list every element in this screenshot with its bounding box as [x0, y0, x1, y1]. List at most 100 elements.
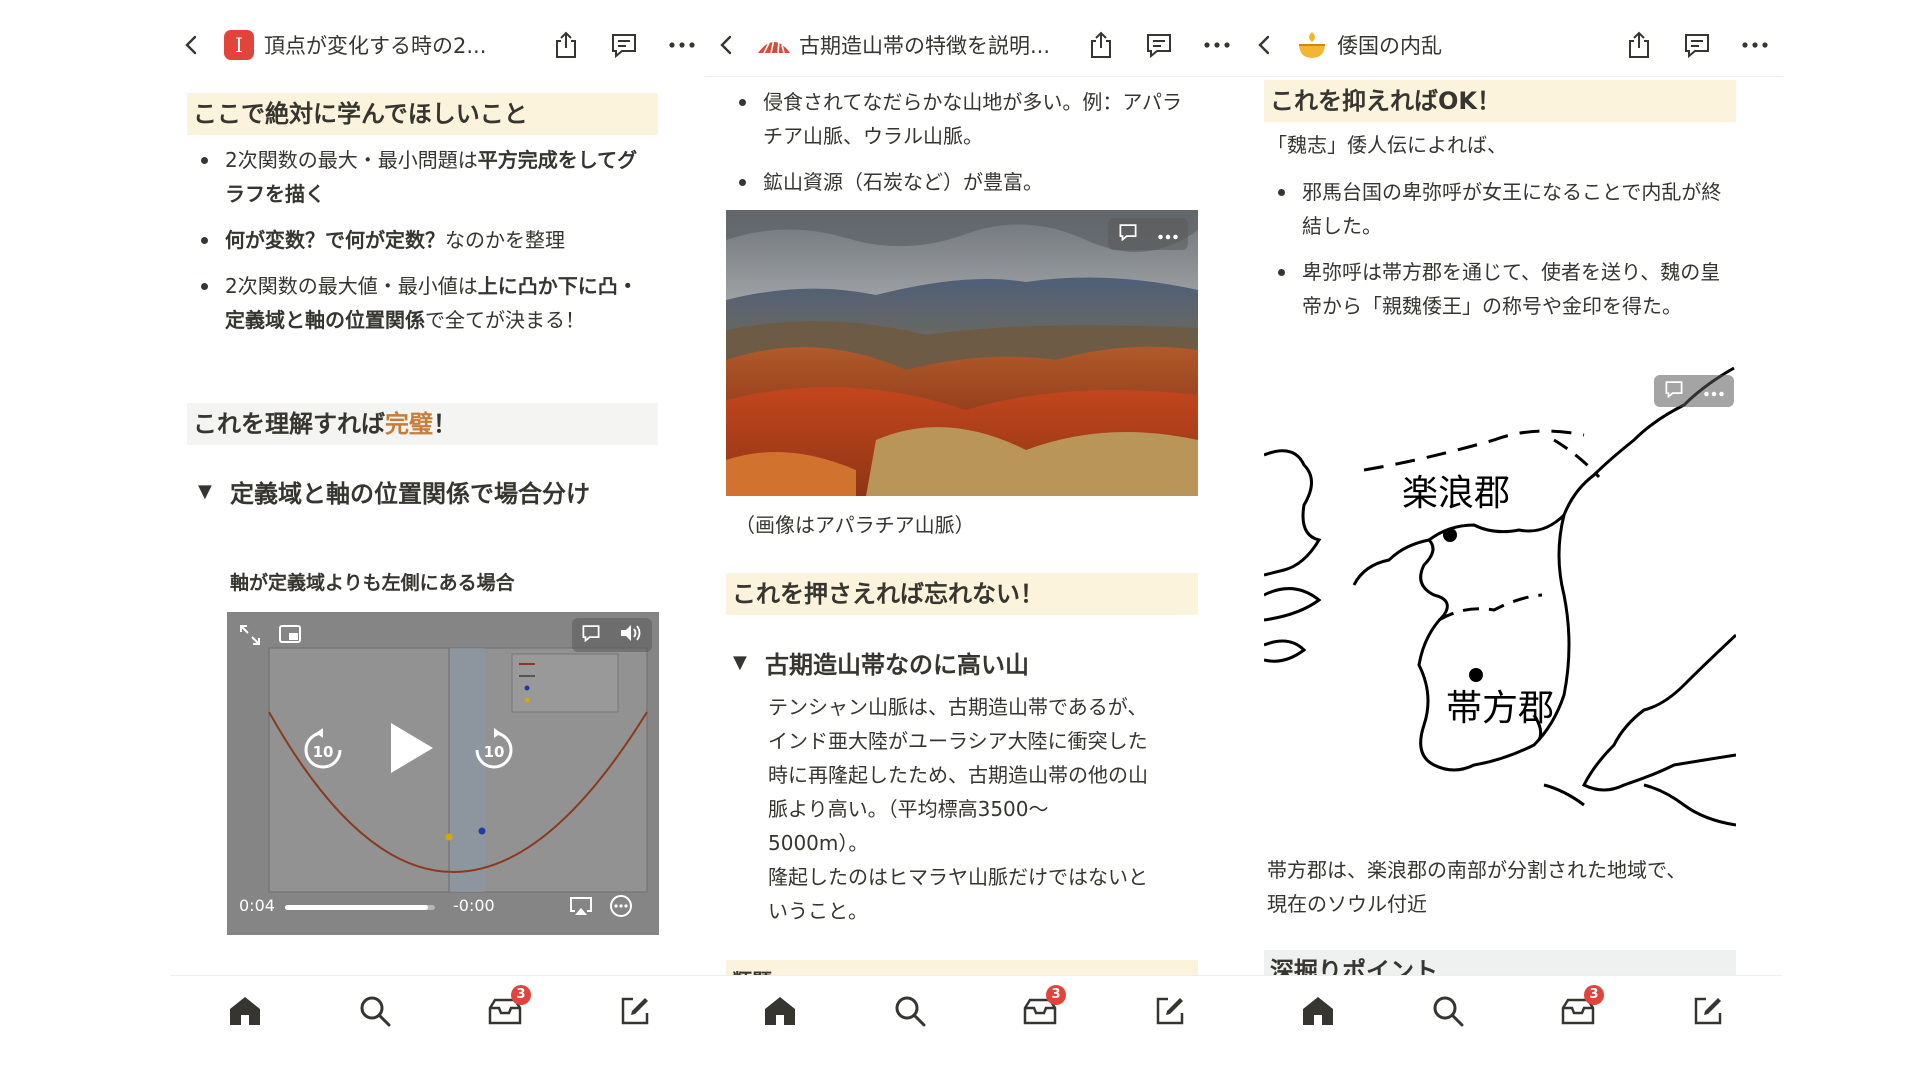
list-item: 2次関数の最大値・最小値は上に凸か下に凸・定義域と軸の位置関係で全てが決まる！ — [187, 269, 657, 337]
share-icon — [1629, 31, 1649, 58]
share-button[interactable] — [1617, 23, 1661, 67]
comment-icon — [1685, 34, 1709, 58]
comment-button[interactable] — [1137, 23, 1181, 67]
callout-complete: これを理解すれば完璧！ — [187, 403, 658, 445]
toggle-block[interactable]: ▼ 古期造山帯なのに高い山 — [733, 645, 1029, 680]
home-icon — [1303, 996, 1333, 1025]
image-caption: （画像はアパラチア山脈） — [735, 513, 975, 537]
search-tab[interactable] — [345, 981, 405, 1041]
skip-back-icon: 10 — [304, 728, 342, 769]
compose-icon — [1694, 997, 1722, 1024]
time-elapsed: 0:04 — [239, 896, 275, 915]
bottom-tab-bar: 3 — [170, 975, 710, 1045]
map-caption: 帯方郡は、楽浪郡の南部が分割された地域で、 現在のソウル付近 — [1267, 858, 1687, 916]
new-page-tab[interactable] — [1140, 981, 1200, 1041]
bullet-list: 侵食されてなだらかな山地が多い。例：アパラチア山脈、ウラル山脈。 鉱山資源（石炭… — [725, 85, 1185, 211]
page-title: 古期造山帯の特徴を説明... — [799, 34, 1051, 58]
more-icon[interactable] — [1157, 225, 1179, 244]
toggle-block[interactable]: ▼ 定義域と軸の位置関係で場合分け — [198, 474, 590, 509]
skip-back-button[interactable]: 10 — [295, 722, 351, 778]
toggle-triangle-icon[interactable]: ▼ — [733, 652, 747, 673]
svg-text:I: I — [235, 33, 243, 57]
page-title: 倭国の内乱 — [1337, 34, 1442, 58]
inbox-tab[interactable]: 3 — [1548, 981, 1608, 1041]
video-player[interactable]: 10 10 0:04 -0:00 — [227, 612, 659, 935]
mountain-photo[interactable] — [726, 210, 1198, 496]
expand-icon[interactable] — [235, 620, 265, 650]
comment-button[interactable] — [602, 23, 646, 67]
home-tab[interactable] — [1288, 981, 1348, 1041]
time-remaining: -0:00 — [453, 896, 495, 915]
new-page-tab[interactable] — [605, 981, 665, 1041]
page-header: I 頂点が変化する時の2... — [170, 20, 710, 70]
page-title: 頂点が変化する時の2... — [264, 34, 487, 58]
search-icon — [1433, 996, 1464, 1026]
map-label-lelang: 楽浪郡 — [1402, 473, 1510, 514]
more-button[interactable] — [1195, 23, 1239, 67]
compose-icon — [1156, 997, 1184, 1024]
home-tab[interactable] — [215, 981, 275, 1041]
back-button[interactable] — [170, 23, 214, 67]
header-divider — [705, 76, 1245, 77]
subheading: 軸が定義域よりも左側にある場合 — [230, 572, 515, 594]
search-tab[interactable] — [1418, 981, 1478, 1041]
list-item: 卑弥呼は帯方郡を通じて、使者を送り、魏の皇帝から「親魏倭王」の称号や金印を得た。 — [1264, 255, 1724, 323]
appalachian-landscape-image — [726, 210, 1198, 496]
search-icon — [895, 996, 926, 1026]
list-item: 侵食されてなだらかな山地が多い。例：アパラチア山脈、ウラル山脈。 — [725, 85, 1185, 153]
page-icon-letter-i: I — [222, 28, 256, 62]
korea-map: 楽浪郡 帯方郡 — [1263, 366, 1738, 827]
comment-icon — [1147, 34, 1171, 58]
korea-map-image[interactable]: 楽浪郡 帯方郡 — [1263, 365, 1738, 843]
list-item: 鉱山資源（石炭など）が豊富。 — [725, 165, 1185, 199]
more-icon — [669, 42, 695, 48]
skip-forward-icon: 10 — [475, 728, 513, 769]
highlight-text: 完璧 — [385, 410, 433, 438]
share-icon — [1091, 31, 1111, 58]
inbox-tab[interactable]: 3 — [475, 981, 535, 1041]
comment-button[interactable] — [1675, 23, 1719, 67]
new-page-tab[interactable] — [1678, 981, 1738, 1041]
page-icon-bowl — [1295, 28, 1329, 62]
airplay-icon[interactable] — [567, 894, 595, 918]
home-icon — [765, 996, 795, 1025]
compose-icon — [621, 997, 649, 1024]
skip-forward-button[interactable]: 10 — [466, 722, 522, 778]
home-tab[interactable] — [750, 981, 810, 1041]
more-icon — [1742, 42, 1768, 48]
comment-icon[interactable] — [1664, 380, 1684, 402]
more-button[interactable] — [1733, 23, 1777, 67]
more-button[interactable] — [660, 23, 704, 67]
share-button[interactable] — [1079, 23, 1123, 67]
comment-icon[interactable] — [581, 624, 601, 646]
bottom-tab-bar: 3 — [1243, 975, 1783, 1045]
options-icon[interactable] — [607, 894, 635, 918]
toggle-triangle-icon[interactable]: ▼ — [198, 481, 212, 502]
share-button[interactable] — [544, 23, 588, 67]
svg-text:10: 10 — [313, 743, 334, 761]
bullet-list: 2次関数の最大・最小問題は平方完成をしてグラフを描く 何が変数？で何が定数？なの… — [187, 143, 657, 349]
video-controls-chip — [572, 618, 652, 652]
notification-badge: 3 — [1584, 984, 1604, 1005]
image-controls-chip — [1654, 375, 1734, 407]
page-panel-wa-civil-war: 倭国の内乱 これを抑えればOK！ 「魏志」倭人伝によれば、 邪馬台国の卑弥呼が女… — [1243, 0, 1783, 1080]
search-tab[interactable] — [880, 981, 940, 1041]
more-icon[interactable] — [1703, 382, 1725, 401]
intro-text: 「魏志」倭人伝によれば、 — [1267, 133, 1507, 157]
progress-track[interactable] — [285, 905, 435, 910]
list-item: 何が変数？で何が定数？なのかを整理 — [187, 223, 657, 257]
volume-icon[interactable] — [619, 623, 643, 647]
notification-badge: 3 — [511, 984, 531, 1005]
picture-in-picture-icon[interactable] — [275, 620, 305, 650]
comment-icon[interactable] — [1118, 223, 1138, 245]
notification-badge: 3 — [1046, 984, 1066, 1005]
inbox-tab[interactable]: 3 — [1010, 981, 1070, 1041]
play-button[interactable] — [375, 712, 447, 784]
back-button[interactable] — [1243, 23, 1287, 67]
page-header: 倭国の内乱 — [1243, 20, 1783, 70]
back-button[interactable] — [705, 23, 749, 67]
toggle-body: テンシャン山脈は、古期造山帯であるが、 インド亜大陸がユーラシア大陸に衝突した … — [768, 695, 1148, 923]
callout-heading: これを抑えればOK！ — [1264, 80, 1736, 122]
chevron-left-icon — [185, 35, 197, 55]
header-divider — [1243, 76, 1783, 77]
